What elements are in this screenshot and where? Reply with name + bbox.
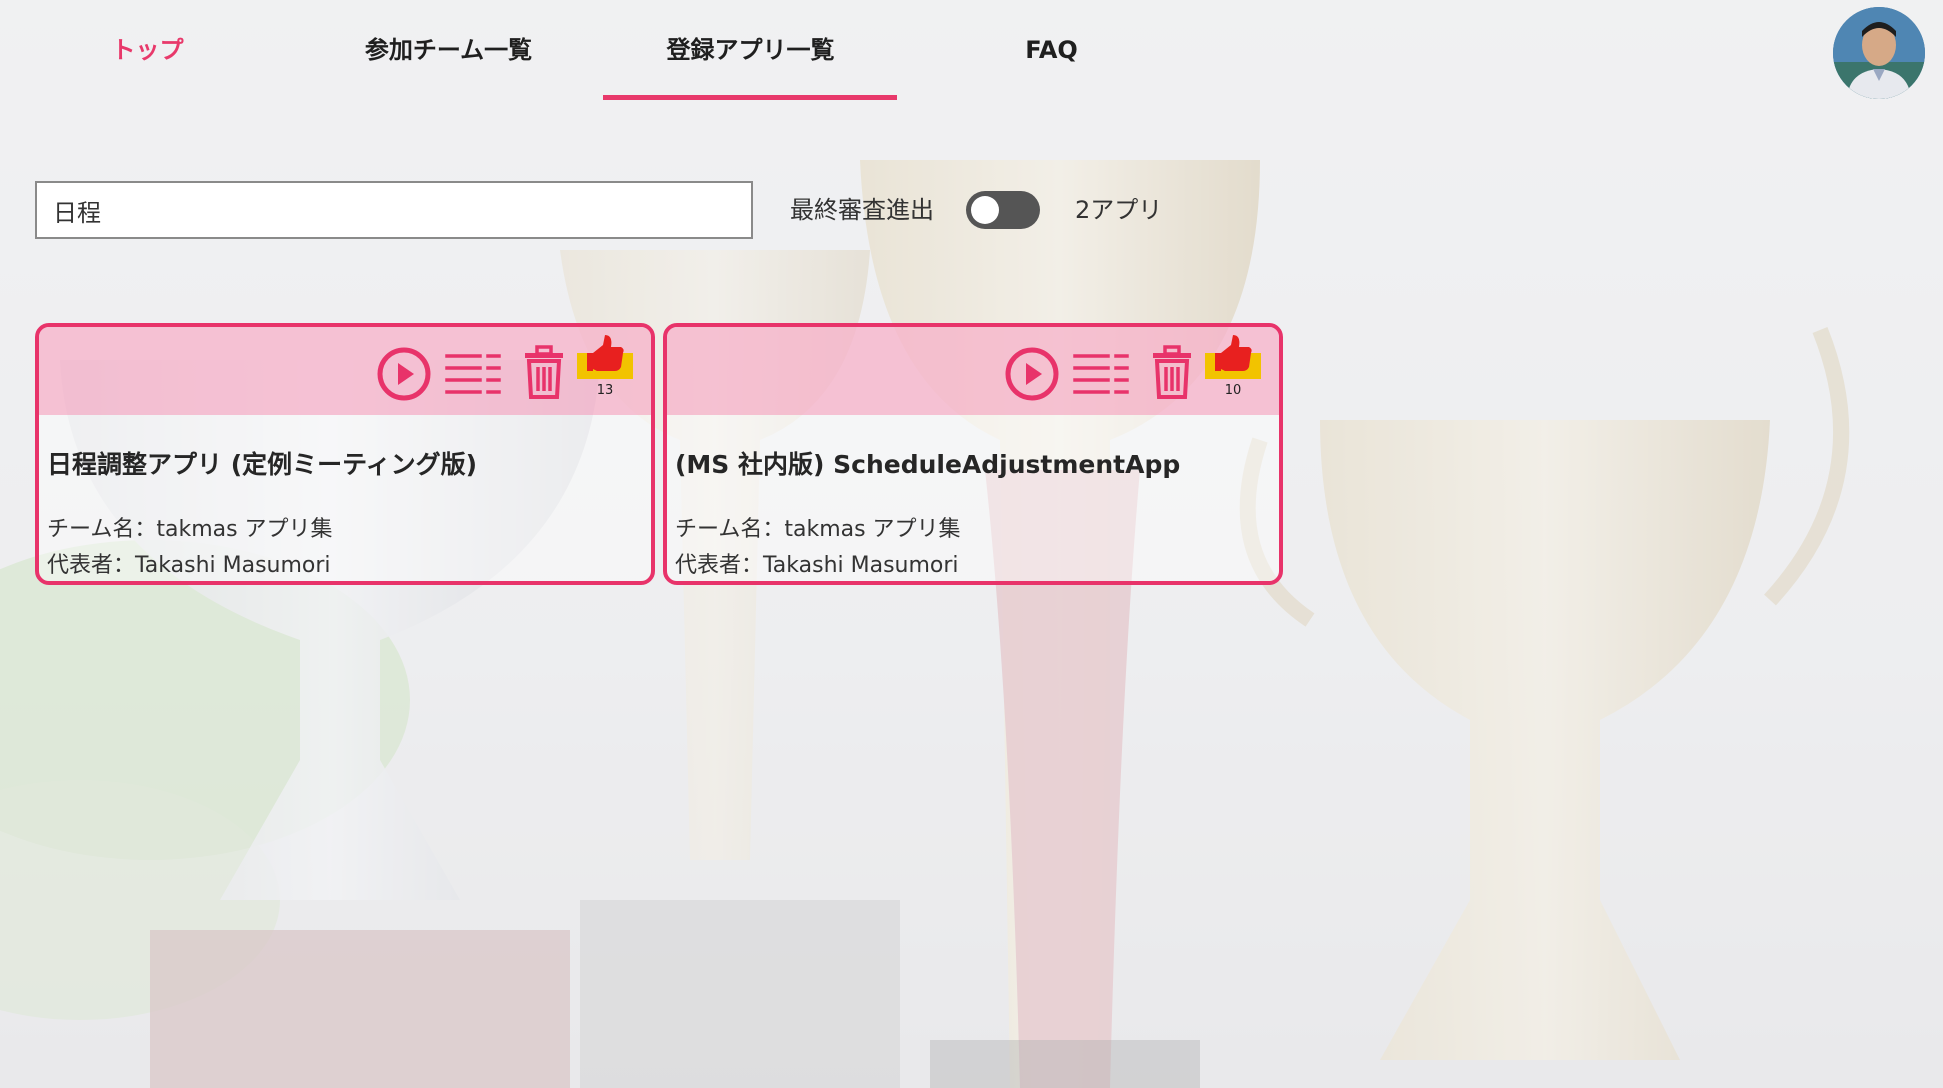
app-title: (MS 社内版) ScheduleAdjustmentApp bbox=[675, 450, 1181, 479]
play-icon[interactable] bbox=[1004, 346, 1060, 402]
team-name: チーム名：takmas アプリ集 bbox=[675, 517, 961, 542]
tab-teams[interactable]: 参加チーム一覧 bbox=[301, 30, 596, 104]
app-count: 2アプリ bbox=[1075, 196, 1163, 224]
play-icon[interactable] bbox=[376, 346, 432, 402]
tab-faq[interactable]: FAQ bbox=[904, 30, 1199, 104]
like-count: 13 bbox=[596, 383, 614, 398]
search-input[interactable] bbox=[35, 181, 753, 239]
tab-apps[interactable]: 登録アプリ一覧 bbox=[603, 30, 898, 104]
toggle-knob bbox=[971, 196, 999, 224]
like-count: 10 bbox=[1224, 383, 1242, 398]
final-review-toggle[interactable] bbox=[966, 191, 1040, 229]
active-tab-indicator bbox=[603, 95, 897, 100]
app-title: 日程調整アプリ (定例ミーティング版) bbox=[47, 450, 478, 479]
top-navigation: トップ 参加チーム一覧 登録アプリ一覧 FAQ bbox=[0, 0, 1943, 104]
thumbs-up-icon[interactable] bbox=[575, 333, 635, 383]
trash-icon[interactable] bbox=[1150, 345, 1194, 399]
trash-icon[interactable] bbox=[522, 345, 566, 399]
list-icon[interactable] bbox=[1072, 351, 1130, 397]
app-card[interactable]: 10 (MS 社内版) ScheduleAdjustmentApp チーム名：t… bbox=[663, 323, 1283, 585]
thumbs-up-icon[interactable] bbox=[1203, 333, 1263, 383]
owner-name: 代表者：Takashi Masumori bbox=[47, 553, 331, 578]
team-name: チーム名：takmas アプリ集 bbox=[47, 517, 333, 542]
app-card[interactable]: 13 日程調整アプリ (定例ミーティング版) チーム名：takmas アプリ集 … bbox=[35, 323, 655, 585]
tab-top[interactable]: トップ bbox=[0, 30, 295, 104]
owner-name: 代表者：Takashi Masumori bbox=[675, 553, 959, 578]
final-review-label: 最終審査進出 bbox=[790, 196, 934, 224]
user-avatar[interactable] bbox=[1833, 7, 1925, 99]
list-icon[interactable] bbox=[444, 351, 502, 397]
